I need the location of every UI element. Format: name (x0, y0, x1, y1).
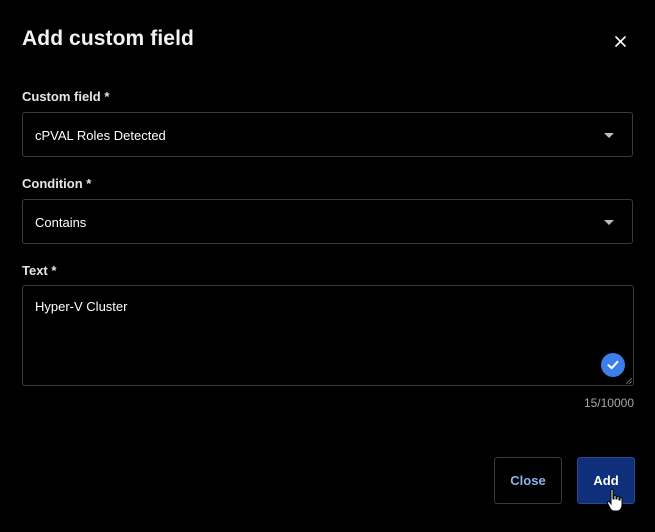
text-input[interactable]: Hyper-V Cluster (22, 285, 634, 386)
close-button[interactable]: Close (494, 457, 562, 504)
hand-pointer-icon (606, 488, 623, 512)
condition-value: Contains (35, 215, 87, 230)
condition-label: Condition * (22, 176, 92, 191)
close-dialog-button[interactable] (608, 29, 632, 53)
text-input-value: Hyper-V Cluster (35, 299, 128, 314)
check-circle-icon (601, 353, 625, 377)
chevron-down-icon (604, 133, 614, 138)
text-label: Text * (22, 263, 57, 278)
chevron-down-icon (604, 220, 614, 225)
dialog-title: Add custom field (22, 27, 194, 50)
condition-select[interactable]: Contains (22, 199, 633, 244)
close-icon (614, 35, 626, 47)
custom-field-value: cPVAL Roles Detected (35, 128, 166, 143)
character-counter: 15/10000 (583, 396, 634, 410)
resize-handle-icon[interactable] (626, 378, 632, 384)
add-custom-field-dialog: Add custom field Custom field * cPVAL Ro… (0, 0, 655, 532)
custom-field-label: Custom field * (22, 89, 110, 104)
custom-field-select[interactable]: cPVAL Roles Detected (22, 112, 633, 157)
